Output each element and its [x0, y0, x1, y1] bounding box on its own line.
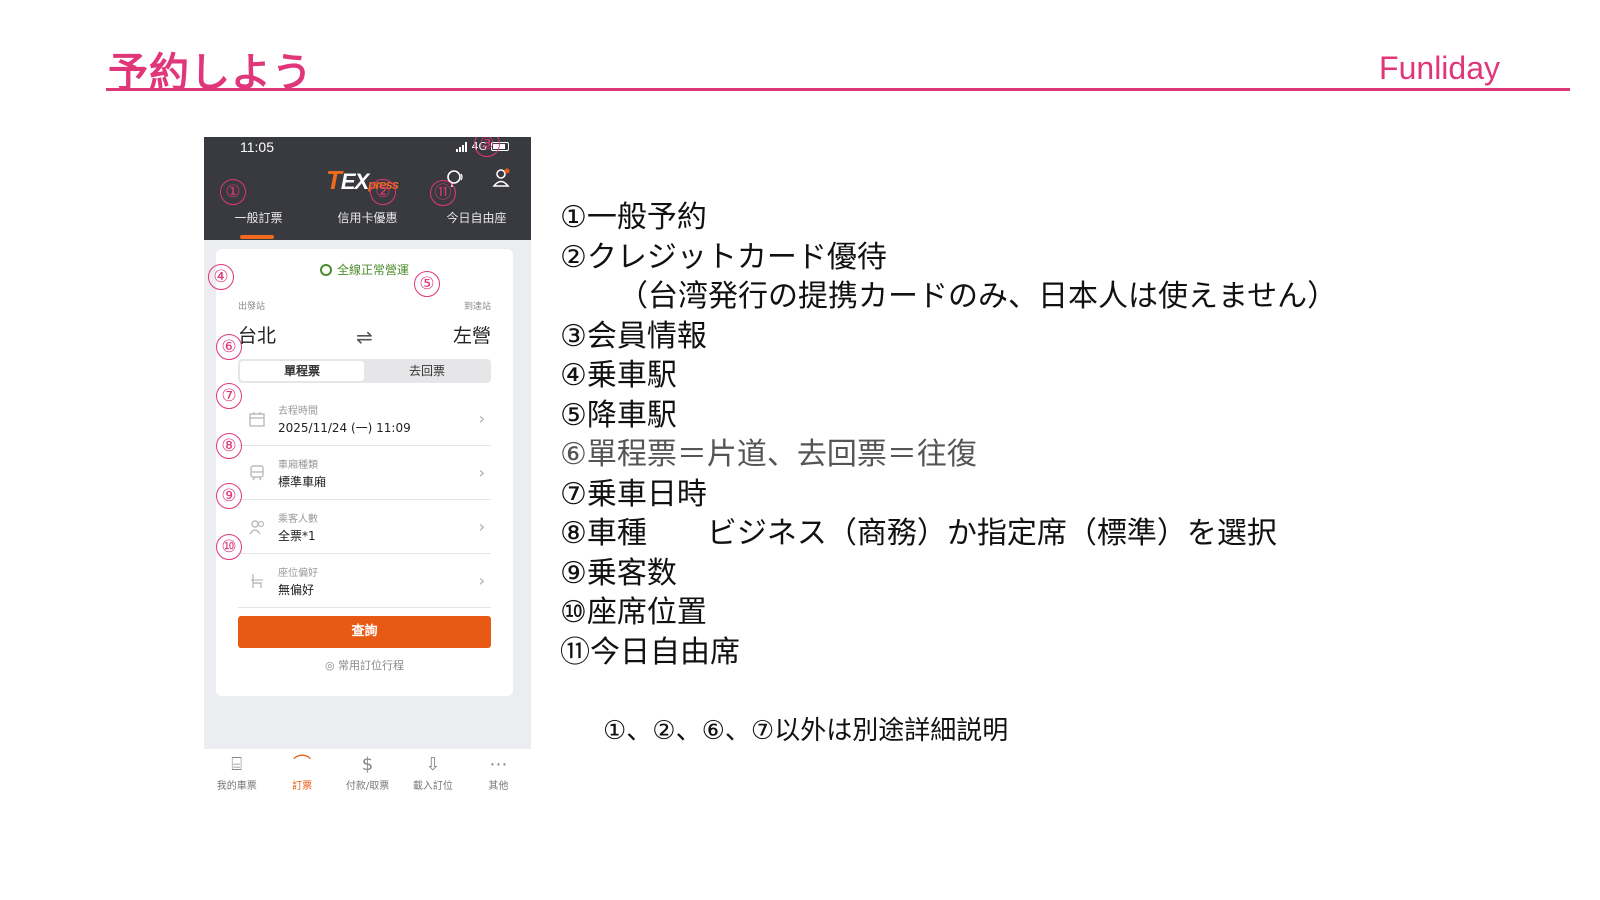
- row-value: 標準車廂: [278, 475, 327, 489]
- chevron-right-icon: ›: [478, 517, 485, 536]
- nav-payment[interactable]: $ 付款/取票: [335, 749, 400, 810]
- legend-item: ⑦乗車日時: [560, 476, 707, 512]
- train-icon: [250, 465, 264, 481]
- row-label: 乘客人數: [278, 514, 318, 525]
- to-station[interactable]: 左營: [453, 321, 491, 348]
- swap-icon[interactable]: ⇌: [356, 325, 373, 349]
- legend: ①一般予約 ②クレジットカード優待 （台湾発行の提携カードのみ、日本人は使えませ…: [560, 198, 1460, 672]
- payment-icon: $: [361, 754, 374, 775]
- service-status: 全線正常營運: [216, 261, 513, 278]
- brand-name: Funliday: [1379, 50, 1500, 86]
- marker-8: ⑧: [216, 433, 242, 459]
- one-way-button[interactable]: 單程票: [240, 361, 364, 381]
- to-label: 到達站: [463, 302, 491, 312]
- row-label: 座位偏好: [278, 568, 318, 579]
- departure-time-row[interactable]: 去程時間 2025/11/24 (一) 11:09 ›: [238, 392, 491, 446]
- row-label: 車廂種類: [278, 460, 318, 471]
- legend-item: ⑩座席位置: [560, 595, 707, 630]
- active-tab-indicator: [240, 235, 274, 239]
- marker-4: ④: [208, 264, 234, 290]
- location-pin-icon: ◎: [324, 659, 339, 672]
- nav-more[interactable]: ⋯ 其他: [466, 749, 531, 810]
- phone-screenshot: 11:05 4G TEXpress 一般訂票 信用卡優惠 今日自由座 全線正常營…: [204, 137, 531, 810]
- row-value: 無偏好: [278, 583, 315, 597]
- legend-item: ①一般予約: [560, 200, 707, 235]
- signal-icon: [456, 141, 468, 152]
- nav-my-tickets[interactable]: ⌸ 我的車票: [204, 749, 269, 810]
- calendar-icon: [249, 412, 265, 427]
- status-time: 11:05: [240, 139, 274, 155]
- legend-item: ④乗車駅: [560, 358, 677, 393]
- booking-tabs: 一般訂票 信用卡優惠 今日自由座: [204, 209, 531, 226]
- footnote: ①、②、⑥、⑦以外は別途詳細説明: [603, 716, 1009, 746]
- from-label: 出發站: [238, 302, 266, 312]
- row-label: 去程時間: [278, 406, 318, 417]
- from-station[interactable]: 台北: [238, 321, 276, 348]
- marker-6: ⑥: [216, 334, 242, 360]
- legend-item: ⑥單程票＝片道、去回票＝往復: [560, 437, 977, 472]
- more-icon: ⋯: [489, 754, 508, 775]
- chevron-right-icon: ›: [478, 571, 485, 590]
- passengers-row[interactable]: 乘客人數 全票*1 ›: [238, 500, 491, 554]
- chevron-right-icon: ›: [478, 463, 485, 482]
- legend-item: ⑪今日自由席: [560, 634, 740, 670]
- search-button[interactable]: 查詢: [238, 616, 491, 648]
- marker-5: ⑤: [414, 271, 440, 297]
- marker-10: ⑩: [216, 534, 242, 560]
- chevron-right-icon: ›: [478, 409, 485, 428]
- user-icon[interactable]: [490, 167, 512, 189]
- car-type-row[interactable]: 車廂種類 標準車廂 ›: [238, 446, 491, 500]
- row-value: 2025/11/24 (一) 11:09: [278, 421, 411, 435]
- bottom-navigation: ⌸ 我的車票 ⌒ 訂票 $ 付款/取票 ⇩ 載入訂位 ⋯ 其他: [204, 749, 531, 810]
- booking-form: 全線正常營運 出發站 到達站 台北 ⇌ 左營 單程票 去回票 去程時間 2025…: [216, 249, 513, 696]
- legend-note: （台湾発行の提携カードのみ、日本人は使えません）: [618, 279, 1338, 314]
- legend-item: ⑤降車駅: [560, 397, 677, 433]
- passenger-icon: [249, 520, 265, 535]
- nav-load-booking[interactable]: ⇩ 載入訂位: [400, 749, 465, 810]
- legend-item: ⑨乗客数: [560, 555, 677, 591]
- marker-9: ⑨: [216, 483, 242, 509]
- status-circle-icon: [319, 264, 332, 276]
- nav-booking[interactable]: ⌒ 訂票: [269, 749, 334, 810]
- marker-11: ⑪: [430, 180, 456, 206]
- round-trip-button[interactable]: 去回票: [365, 361, 489, 381]
- favorite-trips-link[interactable]: ◎ 常用訂位行程: [216, 657, 513, 673]
- legend-item: ⑧車種 ビジネス（商務）か指定席（標準）を選択: [560, 516, 1277, 551]
- booking-icon: ⌒: [293, 754, 312, 775]
- tab-credit-card[interactable]: 信用卡優惠: [313, 209, 422, 226]
- seat-preference-row[interactable]: 座位偏好 無偏好 ›: [238, 554, 491, 608]
- tab-free-seat[interactable]: 今日自由座: [422, 209, 531, 226]
- seat-icon: [251, 574, 263, 588]
- download-icon: ⇩: [425, 754, 441, 775]
- ticket-icon: ⌸: [231, 754, 243, 775]
- tab-general-booking[interactable]: 一般訂票: [204, 209, 313, 226]
- title-divider: [106, 88, 1570, 91]
- legend-item: ②クレジットカード優待: [560, 239, 887, 275]
- row-value: 全票*1: [278, 529, 316, 543]
- trip-type-toggle: 單程票 去回票: [238, 359, 491, 383]
- marker-7: ⑦: [216, 383, 242, 409]
- marker-1: ①: [220, 179, 246, 205]
- legend-item: ③会員情報: [560, 318, 707, 354]
- marker-2: ②: [370, 179, 396, 205]
